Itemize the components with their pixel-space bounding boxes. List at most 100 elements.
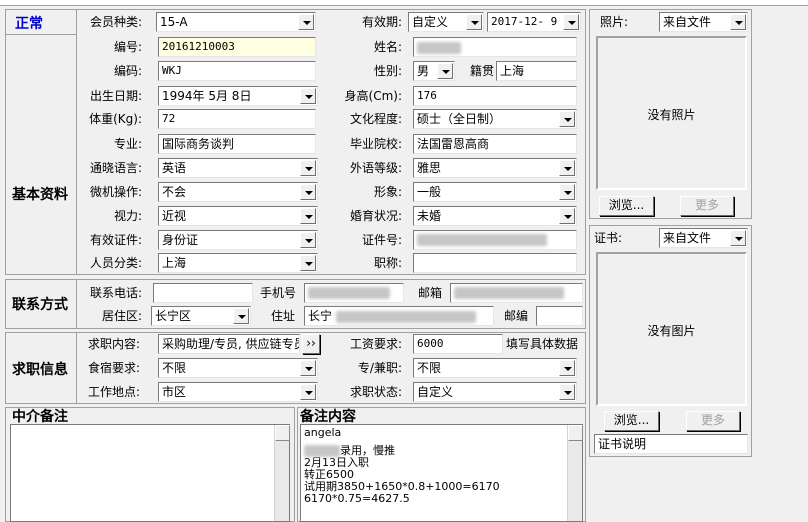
category-value: 上海: [162, 256, 187, 270]
chevron-down-icon: [559, 184, 575, 200]
remarks-line: 6170*0.75=4627.5: [304, 492, 410, 505]
birth-date-picker[interactable]: 1994年 5月 8日: [158, 86, 318, 106]
scroll-up-icon[interactable]: [275, 425, 290, 441]
member-type-value: 15-A: [160, 15, 188, 29]
id-field[interactable]: 20161210003: [158, 37, 316, 57]
certificate-more-button[interactable]: 更多: [686, 411, 740, 431]
language-select[interactable]: 英语: [158, 158, 318, 178]
photo-more-button[interactable]: 更多: [680, 196, 734, 216]
agency-note-scrollbar[interactable]: [274, 425, 290, 521]
remarks-scrollbar[interactable]: [567, 425, 583, 521]
chevron-down-icon: [730, 230, 746, 246]
member-type-select[interactable]: 15-A: [156, 12, 316, 32]
school-field[interactable]: 法国雷恩高商: [413, 134, 577, 154]
education-select[interactable]: 硕士（全日制）: [413, 109, 577, 129]
mobile-field[interactable]: [304, 283, 404, 303]
member-type-label: 会员种类:: [89, 15, 142, 29]
salary-label: 工资要求:: [349, 337, 402, 351]
scroll-up-icon[interactable]: [568, 425, 583, 441]
chevron-down-icon: [300, 88, 316, 104]
photo-source-select[interactable]: 来自文件: [659, 12, 748, 32]
phone-field[interactable]: [153, 283, 253, 303]
vision-select[interactable]: 近视: [158, 206, 318, 226]
lang-level-label: 外语等级:: [349, 161, 402, 175]
fulltime-select[interactable]: 不限: [413, 358, 577, 378]
native-field[interactable]: 上海: [496, 61, 577, 81]
mobile-label: 手机号: [260, 286, 297, 300]
idtype-select[interactable]: 身份证: [158, 230, 318, 250]
chevron-down-icon: [300, 360, 316, 376]
education-label: 文化程度:: [349, 112, 402, 126]
job-section-title: 求职信息: [12, 362, 68, 378]
certificate-browse-button[interactable]: 浏览...: [604, 411, 659, 431]
certificate-frame[interactable]: 没有图片: [596, 252, 747, 406]
photo-label: 照片:: [600, 15, 629, 29]
image-value: 一般: [417, 185, 442, 199]
chevron-down-icon: [300, 208, 316, 224]
validity-label: 有效期:: [361, 15, 402, 29]
redacted-email: [454, 287, 564, 299]
weight-field[interactable]: 72: [158, 109, 316, 129]
address-label: 住址: [271, 309, 296, 323]
chevron-down-icon: [559, 384, 575, 400]
height-field[interactable]: 176: [413, 86, 577, 106]
major-field[interactable]: 国际商务谈判: [158, 134, 316, 154]
title-field[interactable]: [413, 253, 577, 273]
chevron-down-icon: [559, 111, 575, 127]
chevron-down-icon: [233, 308, 249, 324]
location-value: 市区: [162, 385, 187, 399]
chevron-down-icon: [563, 14, 579, 30]
location-select[interactable]: 市区: [158, 382, 318, 402]
marital-select[interactable]: 未婚: [413, 206, 577, 226]
chevron-down-icon: [559, 208, 575, 224]
phone-label: 联系电话:: [89, 286, 142, 300]
lodging-select[interactable]: 不限: [158, 358, 318, 378]
certificate-placeholder: 没有图片: [647, 324, 696, 338]
validity-mode-select[interactable]: 自定义: [408, 12, 484, 32]
address-field[interactable]: 长宁: [304, 306, 494, 326]
certificate-desc-field[interactable]: 证书说明: [594, 434, 748, 454]
redacted-mobile: [308, 287, 390, 299]
basic-section-title: 基本资料: [12, 187, 68, 203]
basic-divider: [76, 9, 77, 275]
certificate-source-select[interactable]: 来自文件: [659, 228, 748, 248]
marital-value: 未婚: [417, 209, 442, 223]
job-content-field[interactable]: 采购助理/专员, 供应链专员: [158, 334, 300, 354]
chevron-down-icon: [300, 184, 316, 200]
lang-level-select[interactable]: 雅思: [413, 158, 577, 178]
salary-field[interactable]: 6000: [413, 334, 503, 354]
jobstatus-label: 求职状态:: [349, 385, 402, 399]
agency-note-textarea[interactable]: [10, 424, 290, 522]
name-field[interactable]: [413, 37, 577, 57]
email-field[interactable]: [450, 283, 583, 303]
image-select[interactable]: 一般: [413, 182, 577, 202]
job-content-more-button[interactable]: ››: [302, 334, 320, 354]
contact-section-title: 联系方式: [12, 297, 68, 313]
jobstatus-select[interactable]: 自定义: [413, 382, 577, 402]
marital-label: 婚育状况:: [349, 209, 402, 223]
jobstatus-value: 自定义: [417, 385, 454, 399]
idno-field[interactable]: [413, 230, 577, 250]
validity-date-picker[interactable]: 2017-12- 9: [487, 12, 581, 32]
code-field[interactable]: WKJ: [158, 61, 316, 81]
id-label: 编号:: [113, 40, 142, 54]
gender-select[interactable]: 男: [413, 61, 455, 81]
certificate-source-value: 来自文件: [663, 231, 712, 245]
district-select[interactable]: 长宁区: [151, 306, 251, 326]
contact-divider: [76, 279, 77, 329]
computer-select[interactable]: 不会: [158, 182, 318, 202]
chevron-down-icon: [730, 14, 746, 30]
redacted-text: [304, 445, 340, 457]
remarks-textarea[interactable]: angela 录用，慢推 2月13日入职 转正6500 试用期3850+1650…: [300, 424, 583, 522]
postcode-field[interactable]: [536, 306, 583, 326]
status-divider: [5, 34, 77, 35]
photo-frame[interactable]: 没有照片: [596, 36, 747, 190]
chevron-down-icon: [559, 160, 575, 176]
gender-label: 性别:: [373, 64, 402, 78]
validity-date-value: 2017-12- 9: [491, 15, 558, 28]
vision-label: 视力:: [113, 209, 142, 223]
validity-mode-value: 自定义: [412, 15, 449, 29]
language-value: 英语: [162, 161, 187, 175]
photo-browse-button[interactable]: 浏览...: [599, 196, 654, 216]
category-select[interactable]: 上海: [158, 253, 318, 273]
